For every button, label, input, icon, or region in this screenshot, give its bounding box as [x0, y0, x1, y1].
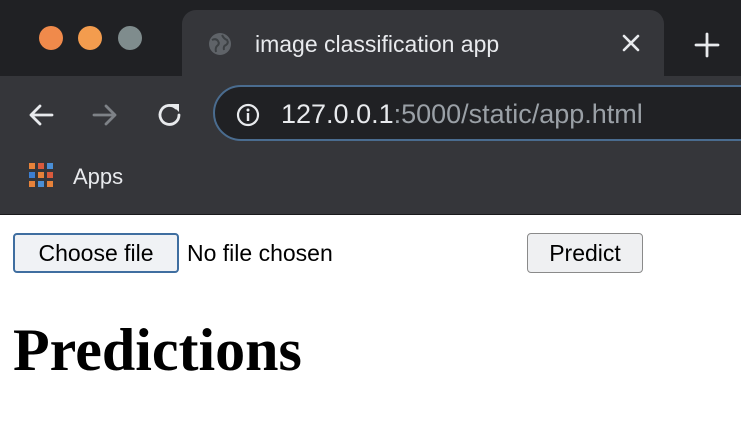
bookmark-apps[interactable]: Apps [73, 164, 123, 190]
address-bar[interactable]: 127.0.0.1:5000/static/app.html [213, 85, 741, 141]
window-maximize-button[interactable] [118, 26, 142, 50]
choose-file-button[interactable]: Choose file [13, 233, 179, 273]
window-minimize-button[interactable] [78, 26, 102, 50]
url-text: 127.0.0.1:5000/static/app.html [281, 99, 643, 129]
predictions-heading: Predictions [13, 317, 302, 383]
arrow-left-icon[interactable] [26, 100, 56, 130]
url-path: :5000/static/app.html [393, 99, 643, 129]
file-status-text: No file chosen [187, 240, 333, 266]
url-host: 127.0.0.1 [281, 99, 394, 129]
tab-title: image classification app [255, 31, 500, 57]
browser-tabstrip: image classification app [0, 0, 741, 76]
tab-image-classification-app[interactable]: image classification app [182, 10, 664, 76]
predict-button[interactable]: Predict [527, 233, 643, 273]
info-icon[interactable] [236, 103, 260, 127]
close-icon[interactable] [620, 32, 642, 54]
browser-toolbar: 127.0.0.1:5000/static/app.html [0, 76, 741, 156]
window-close-button[interactable] [39, 26, 63, 50]
apps-grid-icon[interactable] [28, 162, 54, 188]
globe-icon [209, 33, 231, 55]
arrow-right-icon[interactable] [90, 100, 120, 130]
page-content: Choose file No file chosen Predict Predi… [0, 215, 741, 438]
new-tab-plus-icon[interactable] [694, 32, 720, 58]
reload-icon[interactable] [155, 100, 185, 130]
bookmarks-bar: Apps [0, 156, 741, 215]
